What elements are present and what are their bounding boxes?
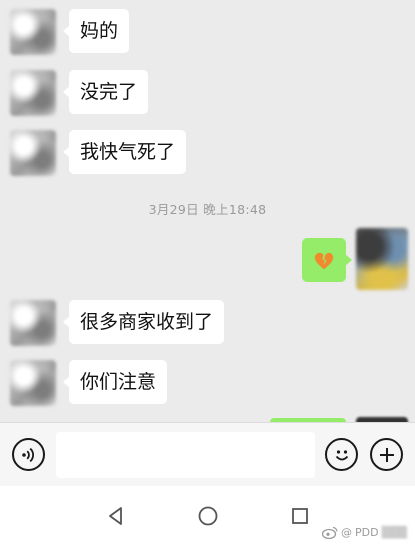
plus-button[interactable] [370, 438, 403, 471]
chat-area[interactable]: 妈的 没完了 我快气死了 3月29日 晚上18:48 很多商家收到了 你们注意 [0, 0, 415, 422]
nav-back-icon [109, 507, 122, 525]
nav-recents-button[interactable] [286, 502, 314, 530]
my-avatar[interactable] [356, 228, 408, 290]
system-nav-bar: @ PDD ▒▒▒ [0, 486, 415, 545]
message-text: 妈的 [80, 20, 119, 42]
plus-icon [379, 447, 394, 462]
message-bubble[interactable]: 没完了 [62, 70, 149, 114]
nav-home-icon [198, 506, 218, 526]
contact-avatar[interactable] [10, 9, 56, 55]
message-timestamp: 3月29日 晚上18:48 [148, 202, 267, 217]
message-input[interactable] [56, 432, 315, 478]
contact-avatar[interactable] [10, 360, 56, 406]
message-text: 很多商家收到了 [80, 311, 214, 333]
message-text: 你们注意 [80, 371, 157, 393]
emoji-icon [335, 449, 348, 460]
message-bubble[interactable]: 妈的 [62, 9, 130, 53]
watermark-prefix: @ [341, 526, 353, 539]
nav-back-button[interactable] [102, 502, 130, 530]
emoji-button[interactable] [325, 438, 358, 471]
message-bubble[interactable]: 你们注意 [62, 360, 168, 404]
message-text: 我快气死了 [80, 141, 176, 163]
voice-icon [21, 447, 34, 462]
broken-heart-icon [314, 252, 334, 270]
message-text: 没完了 [80, 81, 138, 103]
contact-avatar[interactable] [10, 70, 56, 116]
contact-avatar[interactable] [10, 130, 56, 176]
message-bubble[interactable]: 我快气死了 [62, 130, 187, 174]
watermark-handle: PDD [355, 526, 379, 539]
input-bar [0, 422, 415, 486]
nav-home-button[interactable] [194, 502, 222, 530]
weibo-logo-icon [322, 526, 338, 539]
message-bubble[interactable]: 很多商家收到了 [62, 300, 225, 344]
voice-button[interactable] [12, 438, 45, 471]
message-bubble-self[interactable] [302, 238, 352, 282]
nav-recents-icon [292, 508, 308, 524]
weibo-watermark: @ PDD ▒▒▒ [322, 526, 407, 539]
contact-avatar[interactable] [10, 300, 56, 346]
